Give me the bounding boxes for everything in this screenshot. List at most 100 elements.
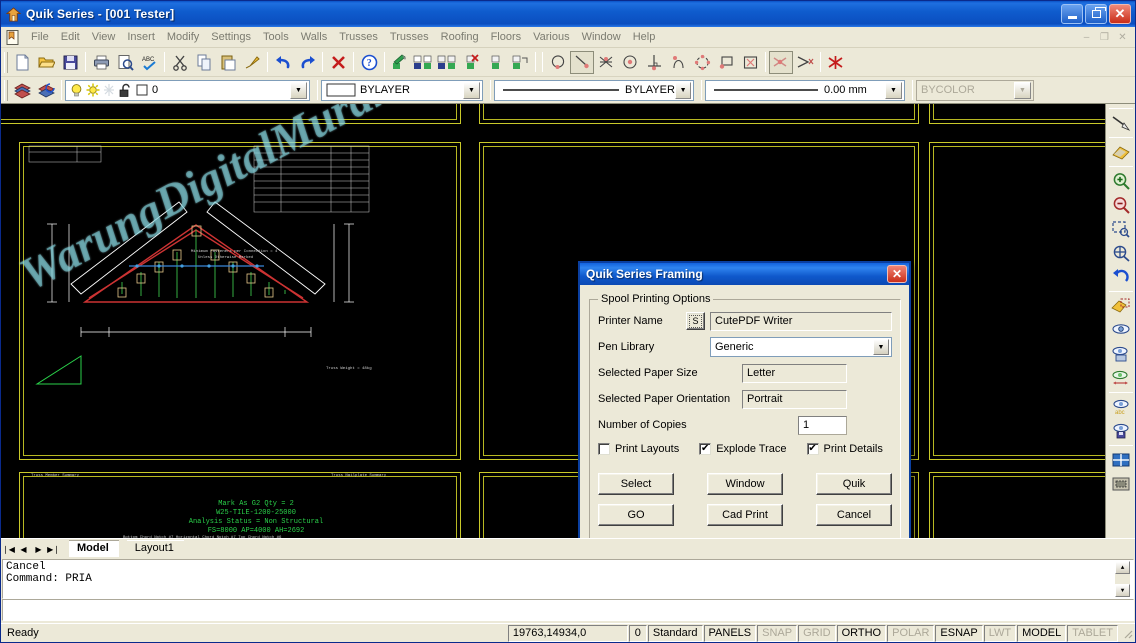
menu-trusses-1[interactable]: Trusses: [333, 29, 384, 45]
tab-layout1[interactable]: Layout1: [126, 540, 184, 557]
tab-nav-prev[interactable]: ◀: [16, 541, 31, 557]
mdi-minimize-button[interactable]: –: [1079, 31, 1094, 44]
redo-icon[interactable]: [295, 51, 319, 74]
linetype-dropdown-arrow[interactable]: ▼: [675, 81, 691, 99]
status-toggle-model[interactable]: MODEL: [1017, 624, 1067, 642]
properties-toolbar-grip[interactable]: [4, 79, 8, 101]
osnap-quadrant-icon[interactable]: [690, 51, 714, 74]
menu-modify[interactable]: Modify: [161, 29, 205, 45]
osnap-node-icon[interactable]: [618, 51, 642, 74]
menu-help[interactable]: Help: [627, 29, 662, 45]
view-extents-icon[interactable]: [1108, 366, 1134, 390]
resize-grip-icon[interactable]: [1121, 627, 1133, 639]
status-toggle-polar[interactable]: POLAR: [887, 624, 935, 642]
menu-insert[interactable]: Insert: [121, 29, 161, 45]
status-toggle-lwt[interactable]: LWT: [983, 624, 1017, 642]
mdi-restore-button[interactable]: ❐: [1097, 31, 1112, 44]
toolbar-grip[interactable]: [4, 51, 8, 73]
status-toggle-ortho[interactable]: ORTHO: [836, 624, 887, 642]
zoom-previous-icon[interactable]: [1108, 265, 1134, 289]
viewport-single-icon[interactable]: [1108, 472, 1134, 496]
zoom-window-icon[interactable]: [1108, 217, 1134, 241]
cancel-button[interactable]: Cancel: [816, 504, 892, 526]
printer-select-button[interactable]: S: [686, 312, 705, 330]
dialog-close-button[interactable]: ✕: [887, 265, 907, 283]
hatch-fill-icon[interactable]: [1108, 140, 1134, 164]
pick-point-icon[interactable]: [1108, 111, 1134, 135]
menu-edit[interactable]: Edit: [55, 29, 86, 45]
cad-print-button[interactable]: Cad Print: [707, 504, 783, 526]
number-of-copies-input[interactable]: 1: [798, 415, 847, 435]
osnap-none-icon[interactable]: [793, 51, 817, 74]
block-define-icon[interactable]: [508, 51, 532, 74]
block-delete-icon[interactable]: [460, 51, 484, 74]
help-icon[interactable]: ?: [357, 51, 381, 74]
status-toggle-esnap[interactable]: ESNAP: [935, 624, 983, 642]
color-dropdown-arrow[interactable]: ▼: [463, 81, 480, 99]
copy-icon[interactable]: [192, 51, 216, 74]
mdi-close-button[interactable]: ✕: [1115, 31, 1130, 44]
open-file-icon[interactable]: [34, 51, 58, 74]
osnap-tangent-icon[interactable]: [666, 51, 690, 74]
linetype-combo[interactable]: BYLAYER ▼: [494, 79, 694, 101]
menu-settings[interactable]: Settings: [205, 29, 257, 45]
view-text-icon[interactable]: abc: [1108, 395, 1134, 419]
color-swatch-icon[interactable]: [136, 84, 148, 96]
minimize-button[interactable]: [1061, 4, 1083, 24]
explode-trace-checkbox[interactable]: ✔: [699, 443, 712, 455]
print-layouts-checkbox[interactable]: [598, 443, 610, 455]
sun-icon[interactable]: [86, 83, 100, 98]
undo-icon[interactable]: [271, 51, 295, 74]
delete-icon[interactable]: [326, 51, 350, 74]
spell-check-icon[interactable]: ABC: [137, 51, 161, 74]
render-icon[interactable]: [1108, 294, 1134, 318]
unlock-icon[interactable]: [119, 83, 132, 98]
menu-view[interactable]: View: [86, 29, 122, 45]
insert-block-icon[interactable]: [388, 51, 412, 74]
menu-roofing[interactable]: Roofing: [435, 29, 485, 45]
scroll-up-button[interactable]: ▲: [1115, 561, 1130, 574]
view-save-icon[interactable]: [1108, 342, 1134, 366]
tab-model[interactable]: Model: [69, 540, 119, 557]
menu-tools[interactable]: Tools: [257, 29, 295, 45]
osnap-clear-icon[interactable]: [824, 51, 848, 74]
command-input[interactable]: [2, 599, 1134, 621]
plotstyle-combo[interactable]: BYCOLOR ▼: [916, 79, 1034, 101]
restore-button[interactable]: [1085, 4, 1107, 24]
format-painter-icon[interactable]: [240, 51, 264, 74]
select-button[interactable]: Select: [598, 473, 674, 495]
close-button[interactable]: ✕: [1109, 4, 1131, 24]
pen-library-dropdown-arrow[interactable]: ▼: [873, 339, 889, 355]
color-combo[interactable]: BYLAYER ▼: [321, 79, 483, 101]
lightbulb-icon[interactable]: [70, 83, 83, 98]
menu-window[interactable]: Window: [576, 29, 627, 45]
layer-dropdown-arrow[interactable]: ▼: [290, 81, 307, 99]
osnap-nearest-icon[interactable]: [738, 51, 762, 74]
tab-nav-first[interactable]: ❘◀: [1, 541, 16, 557]
osnap-endpoint-icon[interactable]: [570, 50, 594, 74]
status-toggle-tablet[interactable]: TABLET: [1067, 624, 1118, 642]
tab-nav-next[interactable]: ▶: [31, 541, 46, 557]
print-icon[interactable]: [89, 51, 113, 74]
osnap-perp-icon[interactable]: [642, 51, 666, 74]
zoom-out-icon[interactable]: [1108, 193, 1134, 217]
status-toggle-snap[interactable]: SNAP: [757, 624, 798, 642]
block-edit-icon[interactable]: [412, 51, 436, 74]
status-toggle-panels[interactable]: PANELS: [703, 624, 757, 642]
view-store-icon[interactable]: [1108, 419, 1134, 443]
cut-icon[interactable]: [168, 51, 192, 74]
pen-library-combo[interactable]: Generic ▼: [710, 337, 892, 357]
osnap-settings-icon[interactable]: [769, 50, 793, 74]
view-named-icon[interactable]: [1108, 318, 1134, 342]
command-history[interactable]: Cancel Command: PRIA ▲ ▼: [2, 559, 1134, 599]
drawing-canvas[interactable]: Mark As G2 Qty = 2 W25-TILE-1200-25000 A…: [1, 104, 1105, 538]
lineweight-dropdown-arrow[interactable]: ▼: [885, 81, 902, 99]
go-button[interactable]: GO: [598, 504, 674, 526]
quik-button[interactable]: Quik: [816, 473, 892, 495]
document-icon[interactable]: [4, 29, 22, 46]
snowflake-icon[interactable]: [103, 83, 115, 97]
window-button[interactable]: Window: [707, 473, 783, 495]
osnap-insert-icon[interactable]: [714, 51, 738, 74]
status-coordinates[interactable]: 19763,14934,0: [507, 624, 628, 642]
zoom-in-icon[interactable]: [1108, 169, 1134, 193]
